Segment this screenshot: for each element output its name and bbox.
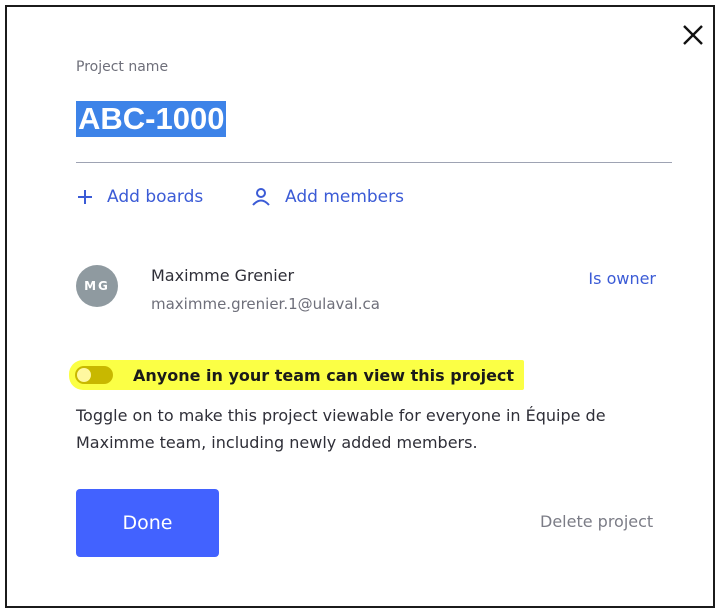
member-role-dropdown[interactable]: Is owner <box>588 269 656 288</box>
add-members-label: Add members <box>285 187 404 207</box>
add-boards-label: Add boards <box>107 187 204 207</box>
close-button[interactable] <box>679 21 707 49</box>
done-button[interactable]: Done <box>76 489 219 557</box>
avatar: MG <box>76 265 118 307</box>
team-visibility-description: Toggle on to make this project viewable … <box>76 406 606 452</box>
project-name-underline <box>76 162 672 163</box>
add-members-button[interactable]: Add members <box>251 187 404 207</box>
add-boards-button[interactable]: Add boards <box>77 187 203 207</box>
toggle-knob <box>77 368 91 382</box>
project-settings-dialog: Project name ABC-1000 Add boards Add mem… <box>5 5 715 608</box>
member-email: maximme.grenier.1@ulaval.ca <box>151 295 380 313</box>
member-name: Maximme Grenier <box>151 266 295 285</box>
close-icon <box>683 25 703 45</box>
member-row: MG Maximme Grenier maximme.grenier.1@ula… <box>76 262 666 322</box>
project-name-label: Project name <box>76 59 169 75</box>
team-visibility-toggle[interactable] <box>75 366 113 384</box>
team-visibility-label: Anyone in your team can view this projec… <box>133 365 515 385</box>
team-visibility-row: Anyone in your team can view this projec… <box>69 360 525 390</box>
project-name-input[interactable]: ABC-1000 <box>76 101 227 137</box>
plus-icon <box>77 189 93 205</box>
delete-project-button[interactable]: Delete project <box>540 512 653 531</box>
person-icon <box>251 187 271 207</box>
